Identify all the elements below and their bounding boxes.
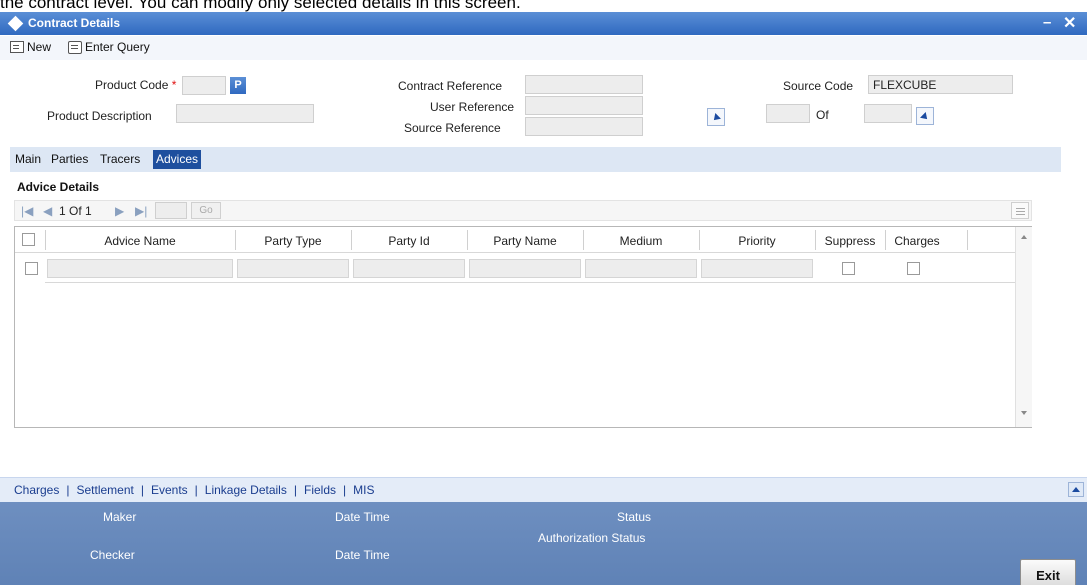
scroll-down-icon[interactable] [1021, 411, 1027, 415]
checker-date-time-label: Date Time [335, 548, 390, 562]
title-bar: Contract Details – ✕ [0, 12, 1087, 35]
scroll-up-icon[interactable] [1021, 235, 1027, 239]
version-current-field[interactable] [766, 104, 810, 123]
party-name-cell[interactable] [469, 259, 581, 278]
grid-vertical-scrollbar[interactable] [1015, 227, 1032, 427]
checker-label: Checker [90, 548, 135, 562]
tab-strip: Main Parties Tracers Advices [10, 147, 1061, 172]
column-header-advice-name[interactable]: Advice Name [45, 234, 235, 248]
caption-text: the contract level. You can modify only … [0, 0, 521, 12]
of-label: Of [816, 108, 829, 122]
status-label: Status [617, 510, 652, 524]
product-description-field[interactable] [176, 104, 314, 123]
previous-icon [711, 113, 721, 123]
new-icon [10, 41, 24, 53]
advice-name-cell[interactable] [47, 259, 233, 278]
source-code-label: Source Code [783, 79, 854, 93]
expand-up-icon[interactable] [1068, 482, 1084, 497]
toolbar: New Enter Query [0, 36, 1087, 60]
grid-header: Advice Name Party Type Party Id Party Na… [15, 227, 1015, 253]
next-icon [920, 112, 930, 122]
user-reference-label: User Reference [430, 100, 515, 114]
page-indicator: 1 Of 1 [59, 204, 92, 218]
link-settlement[interactable]: Settlement [76, 483, 133, 497]
source-code-field[interactable]: FLEXCUBE [868, 75, 1013, 94]
subsystem-link-bar: Charges | Settlement | Events | Linkage Detail… [0, 477, 1087, 502]
source-reference-field[interactable] [525, 117, 643, 136]
source-reference-label: Source Reference [404, 121, 501, 135]
medium-cell[interactable] [585, 259, 697, 278]
maker-label: Maker [103, 510, 137, 524]
select-all-checkbox[interactable] [22, 233, 35, 246]
column-divider [967, 230, 968, 250]
product-lov-button[interactable]: P [230, 77, 246, 94]
new-button[interactable]: New [10, 40, 51, 54]
link-charges[interactable]: Charges [14, 483, 59, 497]
first-page-button[interactable]: |◀ [21, 204, 33, 218]
tab-parties[interactable]: Parties [48, 150, 91, 169]
column-header-party-type[interactable]: Party Type [235, 234, 351, 248]
link-linkage-details[interactable]: Linkage Details [205, 483, 287, 497]
column-header-party-name[interactable]: Party Name [467, 234, 583, 248]
enter-query-label: Enter Query [85, 40, 150, 54]
window-diamond-icon [7, 15, 24, 32]
enter-query-button[interactable]: Enter Query [68, 40, 150, 54]
minimize-button[interactable]: – [1043, 14, 1051, 31]
column-header-medium[interactable]: Medium [583, 234, 699, 248]
tab-main[interactable]: Main [12, 150, 44, 169]
previous-version-button[interactable] [707, 108, 725, 126]
version-total-field[interactable] [864, 104, 912, 123]
advice-grid: Advice Name Party Type Party Id Party Na… [14, 226, 1032, 428]
prev-page-button[interactable]: ◀ [43, 204, 52, 218]
subsystem-links: Charges | Settlement | Events | Linkage Detail… [14, 483, 375, 497]
link-mis[interactable]: MIS [353, 483, 374, 497]
row-divider [45, 282, 1015, 283]
column-header-party-id[interactable]: Party Id [351, 234, 467, 248]
row-select-checkbox[interactable] [25, 262, 38, 275]
go-button[interactable]: Go [191, 202, 221, 219]
page-number-input[interactable] [155, 202, 187, 219]
audit-footer: Maker Date Time Status Authorization Sta… [0, 502, 1087, 585]
party-id-cell[interactable] [353, 259, 465, 278]
link-events[interactable]: Events [151, 483, 188, 497]
exit-button[interactable]: Exit [1020, 559, 1076, 585]
enter-query-icon [68, 40, 82, 54]
maker-date-time-label: Date Time [335, 510, 390, 524]
authorization-status-label: Authorization Status [538, 531, 646, 545]
link-fields[interactable]: Fields [304, 483, 336, 497]
next-version-button[interactable] [916, 107, 934, 125]
column-header-priority[interactable]: Priority [699, 234, 815, 248]
contract-reference-label: Contract Reference [398, 79, 503, 93]
charges-checkbox[interactable] [907, 262, 920, 275]
window-title: Contract Details [28, 16, 121, 30]
contract-reference-field[interactable] [525, 75, 643, 94]
product-code-field[interactable] [182, 76, 226, 95]
product-description-label: Product Description [47, 109, 152, 123]
grid-settings-icon[interactable] [1011, 202, 1029, 219]
tab-tracers[interactable]: Tracers [97, 150, 143, 169]
column-header-charges[interactable]: Charges [885, 234, 949, 248]
new-label: New [27, 40, 52, 54]
priority-cell[interactable] [701, 259, 813, 278]
tab-advices[interactable]: Advices [153, 150, 202, 169]
close-button[interactable]: ✕ [1063, 13, 1076, 33]
grid-pager: |◀ ◀ 1 Of 1 ▶ ▶| Go [14, 200, 1032, 221]
column-header-suppress[interactable]: Suppress [815, 234, 885, 248]
last-page-button[interactable]: ▶| [135, 204, 147, 218]
user-reference-field[interactable] [525, 96, 643, 115]
advice-details-title: Advice Details [17, 180, 100, 194]
party-type-cell[interactable] [237, 259, 349, 278]
suppress-checkbox[interactable] [842, 262, 855, 275]
next-page-button[interactable]: ▶ [115, 204, 124, 218]
product-code-label: Product Code * [95, 78, 177, 92]
